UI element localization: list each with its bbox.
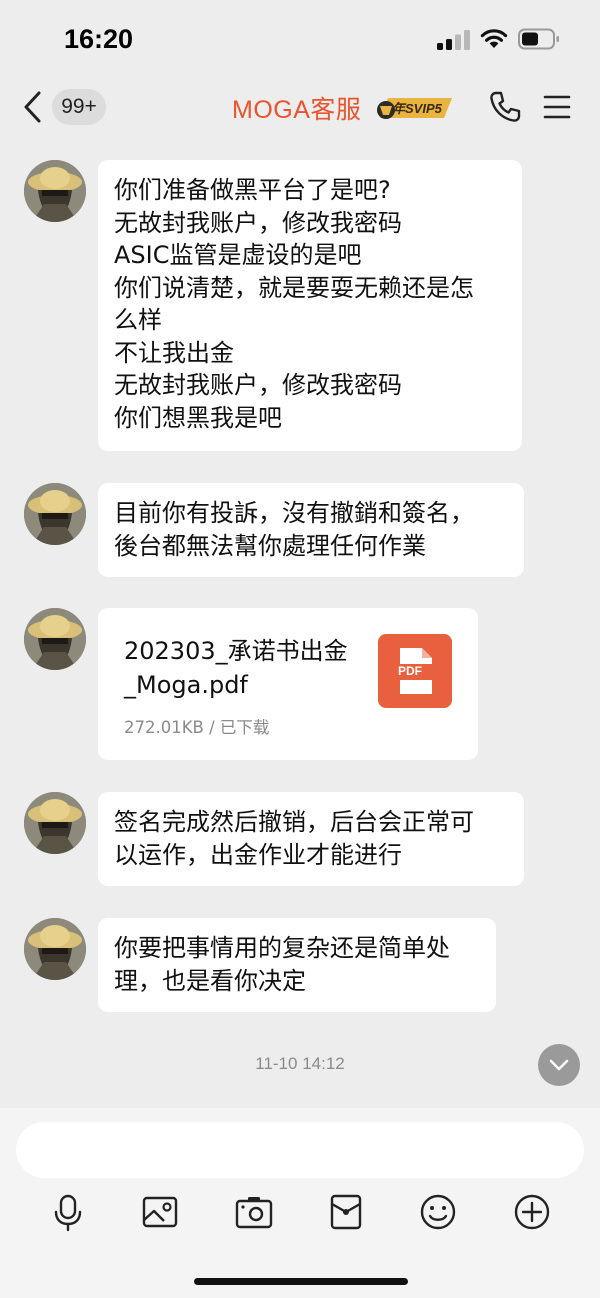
avatar[interactable] [24,160,86,222]
file-name-line: 202303_承诺书出金 [124,637,348,665]
file-name-line: _Moga.pdf [124,671,248,699]
message-line: 不让我出金 [114,338,234,367]
message-line: 理，也是看你决定 [114,966,306,995]
unread-count-badge[interactable]: 99+ [52,89,106,125]
message-line: 么样 [114,306,162,334]
avatar[interactable] [24,918,86,980]
menu-icon[interactable] [542,94,572,120]
cellular-signal-icon [437,30,470,50]
back-icon[interactable] [20,90,46,124]
scroll-to-bottom-button[interactable] [538,1044,580,1086]
home-indicator [194,1278,408,1285]
message-bubble[interactable]: 你要把事情用的复杂还是简单处 理，也是看你决定 [98,918,496,1012]
avatar[interactable] [24,792,86,854]
message-line: 你们想黑我是吧 [114,403,282,432]
status-time: 16:20 [64,24,134,54]
message-line: 无故封我账户，修改我密码 [114,371,402,399]
chat-header: 99+ MOGA客服 年SVIP5 [0,76,600,140]
message-bubble[interactable]: 签名完成然后撤销，后台会正常可 以运作，出金作业才能进行 [98,792,524,886]
message-line: 後台都無法幫你處理任何作業 [114,531,426,560]
file-name: 202303_承诺书出金 _Moga.pdf [124,634,374,702]
file-meta: 272.01KB / 已下载 [124,718,270,737]
battery-icon [518,28,559,50]
camera-icon[interactable] [234,1192,274,1232]
pdf-file-icon: PDF [378,634,452,708]
red-packet-icon[interactable] [326,1192,366,1232]
message-bubble[interactable]: 目前你有投訴，沒有撤銷和簽名， 後台都無法幫你處理任何作業 [98,483,524,577]
plus-icon[interactable] [512,1192,552,1232]
message-line: 签名完成然后撤销，后台会正常可 [114,808,474,836]
message-line: 你要把事情用的复杂还是简单处 [114,934,450,962]
microphone-icon[interactable] [48,1192,88,1232]
message-bubble[interactable]: 你们准备做黑平台了是吧? 无故封我账户，修改我密码 ASIC监管是虚设的是吧 你… [98,160,522,451]
avatar[interactable] [24,608,86,670]
message-line: 你们准备做黑平台了是吧? [114,176,391,204]
file-message-card[interactable]: 202303_承诺书出金 _Moga.pdf 272.01KB / 已下载 PD… [98,608,478,760]
message-line: 无故封我账户，修改我密码 [114,208,402,237]
wifi-icon [480,29,508,48]
input-area [0,1108,600,1298]
avatar[interactable] [24,483,86,545]
message-line: ASIC监管是虚设的是吧 [114,241,362,269]
emoji-icon[interactable] [418,1192,458,1232]
status-bar: 16:20 [0,0,600,76]
message-timestamp: 11-10 14:12 [255,1054,345,1073]
message-line: 你们说清楚，就是要耍无赖还是怎 [114,273,474,302]
chat-title[interactable]: MOGA客服 [232,90,361,126]
image-icon[interactable] [140,1192,180,1232]
message-input[interactable] [16,1122,584,1178]
message-line: 以运作，出金作业才能进行 [114,840,402,869]
pdf-icon-label: PDF [398,664,422,678]
chevron-down-icon [549,1059,569,1071]
message-line: 目前你有投訴，沒有撤銷和簽名， [114,499,474,527]
vip-badge-label: 年SVIP5 [392,101,442,116]
phone-icon[interactable] [488,90,522,124]
